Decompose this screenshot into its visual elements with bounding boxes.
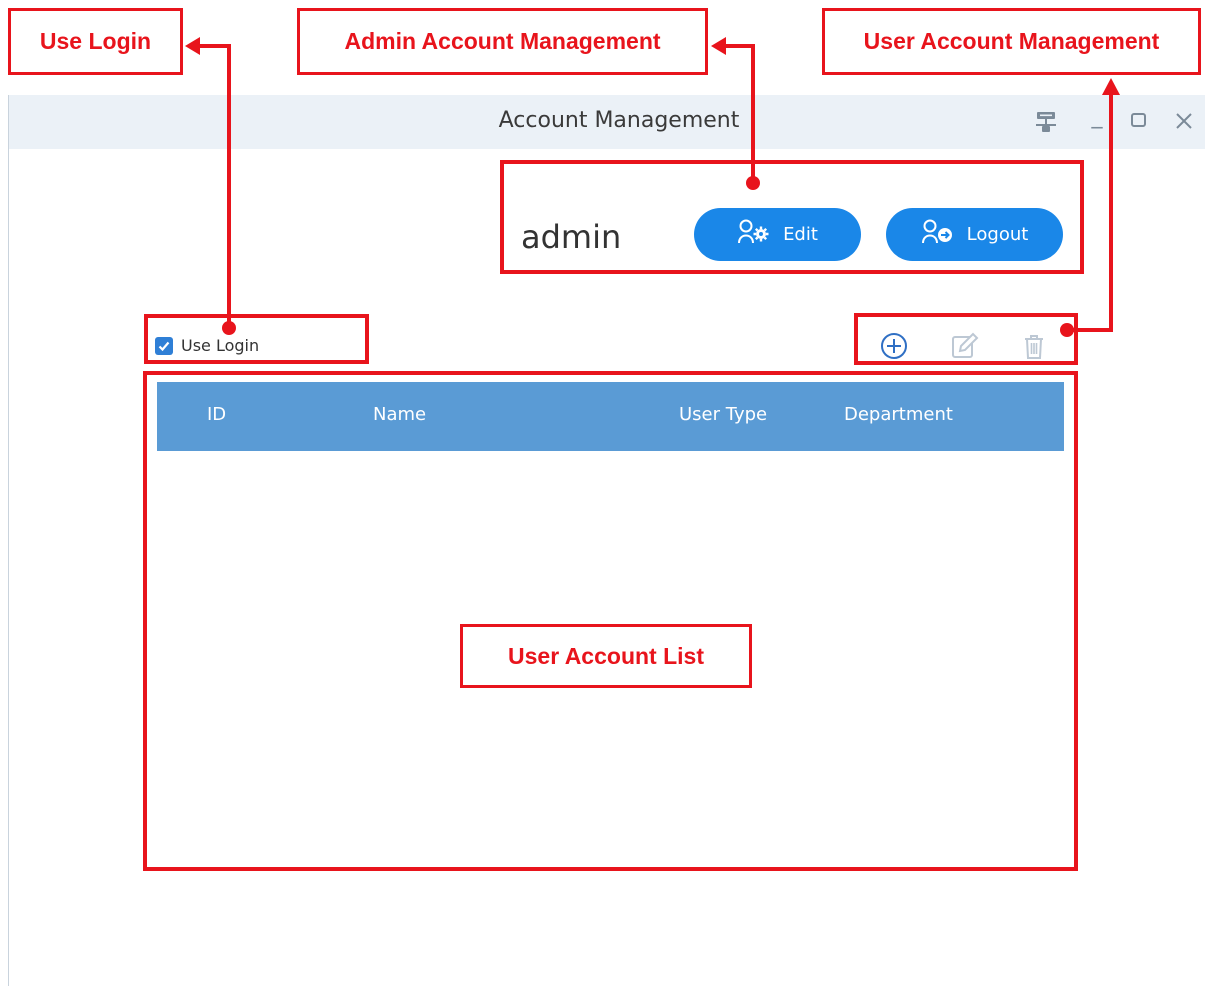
callout-user-account-list: User Account List [460,624,752,688]
toolbar-frame [854,313,1078,365]
window-title: Account Management [498,108,740,133]
callout-admin-account-management: Admin Account Management [297,8,708,75]
close-icon[interactable] [1169,104,1199,138]
user-list-frame [143,371,1078,871]
admin-area-frame [500,160,1084,274]
title-bar: Account Management _ [9,95,1205,149]
callout-use-login: Use Login [8,8,183,75]
use-login-frame [144,314,369,364]
network-icon[interactable] [1031,104,1061,138]
minimize-icon[interactable]: _ [1082,100,1112,134]
maximize-icon[interactable] [1124,104,1154,138]
callout-user-account-management: User Account Management [822,8,1201,75]
